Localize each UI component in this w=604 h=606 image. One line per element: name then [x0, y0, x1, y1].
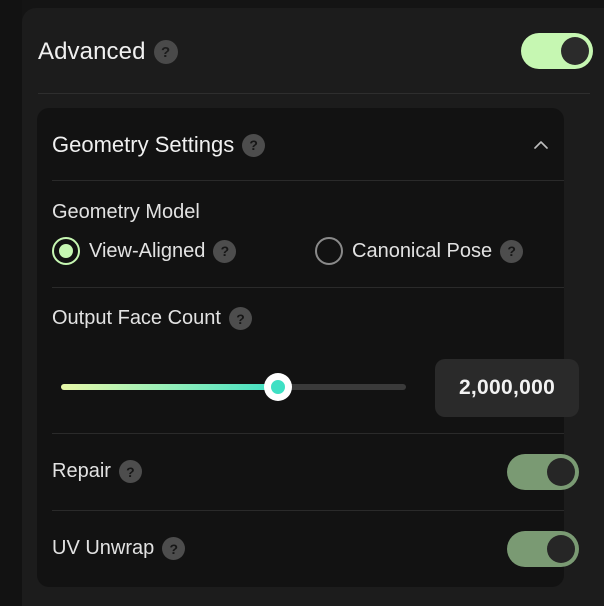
toggle-knob: [561, 37, 589, 65]
uv-unwrap-label: UV Unwrap: [52, 537, 155, 559]
repair-toggle[interactable]: [507, 454, 579, 490]
toggle-knob: [547, 458, 575, 486]
toggle-knob: [547, 535, 575, 563]
help-icon[interactable]: ?: [153, 40, 178, 64]
radio-option-canonical-pose[interactable]: Canonical Pose ?: [315, 237, 524, 265]
slider-thumb[interactable]: [264, 373, 293, 401]
help-icon[interactable]: ?: [228, 307, 252, 330]
output-face-count-label: Output Face Count: [52, 307, 221, 329]
radio-button[interactable]: [315, 237, 343, 265]
repair-label: Repair: [52, 460, 111, 482]
geometry-model-label: Geometry Model: [52, 201, 200, 223]
geometry-settings-header[interactable]: Geometry Settings ?: [52, 130, 564, 160]
slider-fill: [61, 384, 279, 390]
divider: [38, 93, 590, 94]
geometry-settings-section: Geometry Settings ? Geometry Model View-…: [37, 108, 579, 587]
help-icon[interactable]: ?: [162, 537, 186, 560]
radio-label: View-Aligned: [89, 239, 206, 262]
help-icon[interactable]: ?: [118, 460, 142, 483]
advanced-header: Advanced ?: [38, 28, 604, 76]
divider: [52, 287, 564, 288]
radio-button-selected[interactable]: [52, 237, 80, 265]
chevron-up-icon[interactable]: [534, 138, 548, 152]
help-icon[interactable]: ?: [500, 239, 524, 263]
advanced-toggle[interactable]: [521, 33, 593, 69]
repair-row: Repair ?: [52, 460, 142, 483]
face-count-slider[interactable]: [61, 373, 406, 401]
advanced-title: Advanced: [38, 38, 146, 65]
face-count-value-input[interactable]: 2,000,000: [435, 359, 579, 417]
divider: [52, 180, 564, 181]
help-icon[interactable]: ?: [213, 239, 237, 263]
uv-unwrap-toggle[interactable]: [507, 531, 579, 567]
divider: [52, 510, 564, 511]
uv-unwrap-row: UV Unwrap ?: [52, 537, 186, 560]
radio-label: Canonical Pose: [352, 239, 493, 262]
left-rail: [0, 0, 22, 606]
geometry-settings-title: Geometry Settings: [52, 132, 235, 157]
radio-option-view-aligned[interactable]: View-Aligned ?: [52, 237, 237, 265]
help-icon[interactable]: ?: [242, 133, 266, 157]
advanced-panel: Advanced ? Geometry Settings ? Geometry …: [22, 8, 604, 606]
output-face-count-row: Output Face Count ?: [52, 307, 252, 330]
divider: [52, 433, 564, 434]
